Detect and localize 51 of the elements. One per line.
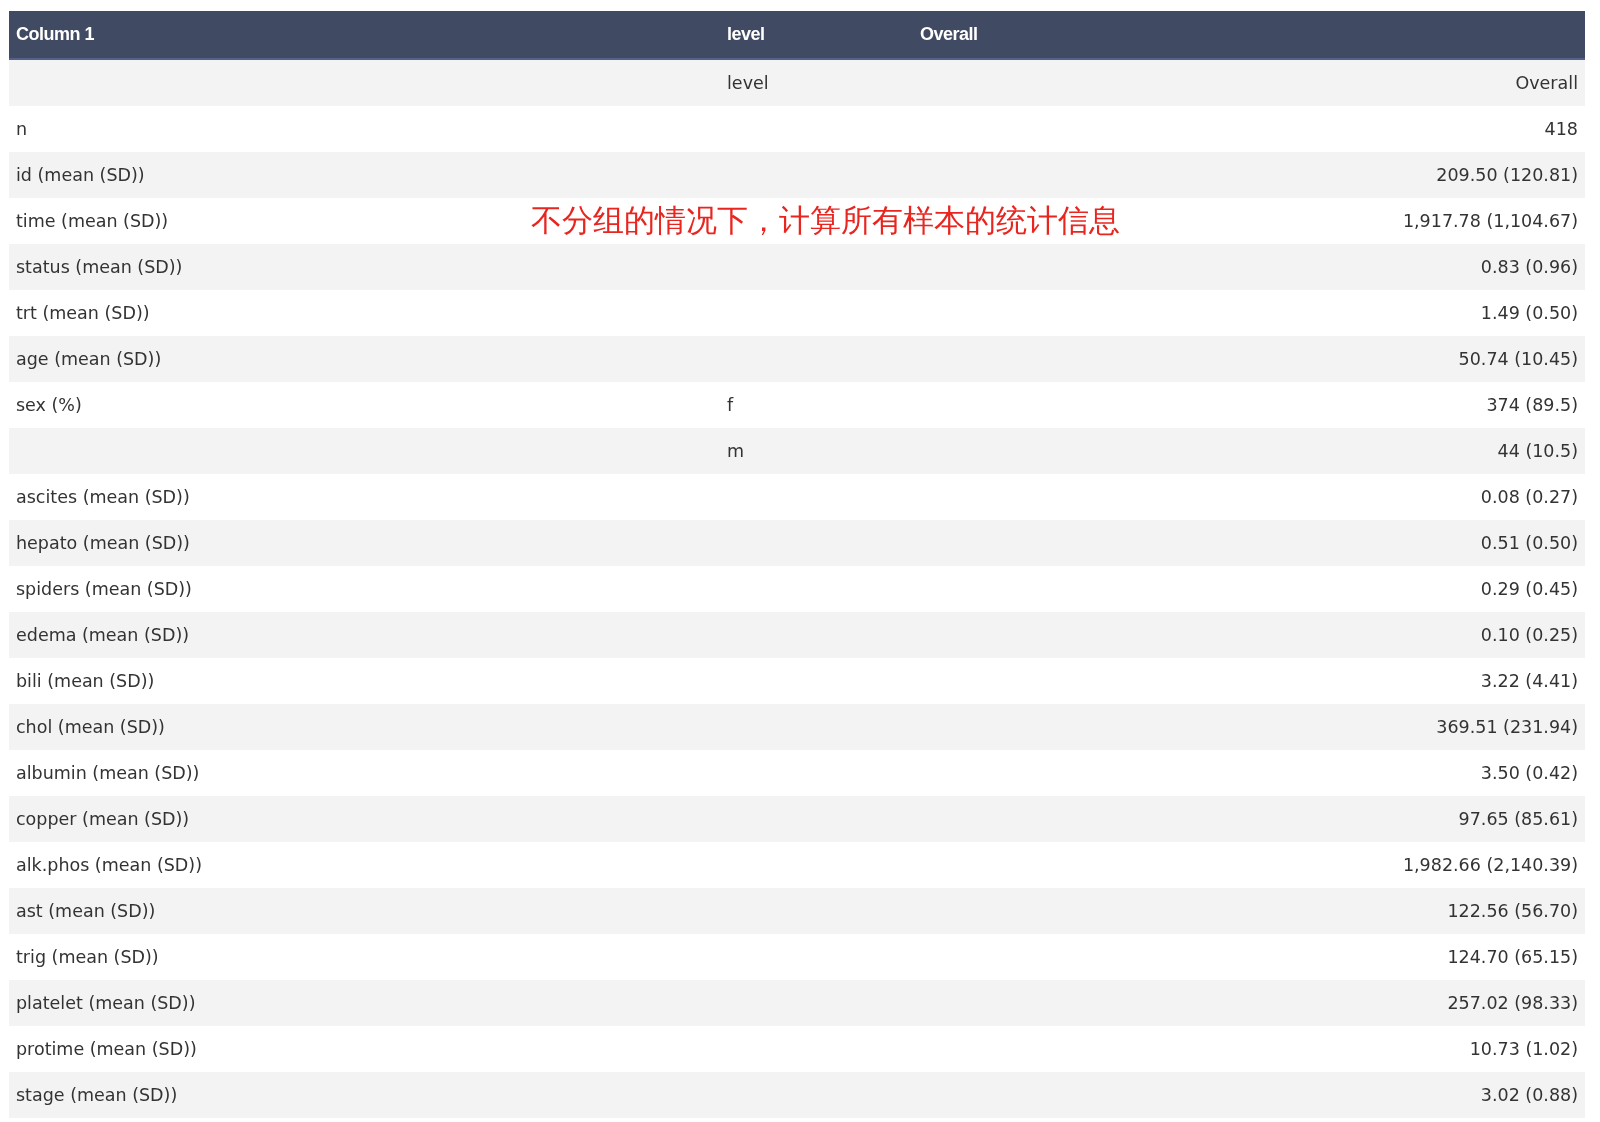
table-cell-text: 97.65 (85.61) — [1457, 809, 1579, 829]
table-cell-text: 10.73 (1.02) — [1468, 1039, 1579, 1059]
table-cell-text: spiders (mean (SD)) — [15, 579, 193, 599]
table-cell-text: albumin (mean (SD)) — [15, 763, 201, 783]
table-cell-text: 124.70 (65.15) — [1446, 947, 1579, 967]
table-cell-text: 122.56 (56.70) — [1446, 901, 1579, 921]
column-header: Overall — [919, 24, 979, 45]
table-cell-text: 369.51 (231.94) — [1435, 717, 1579, 737]
table-cell-text: 257.02 (98.33) — [1446, 993, 1579, 1013]
table-cell-text: 1,982.66 (2,140.39) — [1401, 855, 1579, 875]
table-cell-text: trt (mean (SD)) — [15, 303, 151, 323]
table-cell-text: ast (mean (SD)) — [15, 901, 157, 921]
table-cell-text: 3.22 (4.41) — [1479, 671, 1579, 691]
table-cell-text: n — [15, 119, 29, 139]
table-cell-text: 50.74 (10.45) — [1457, 349, 1579, 369]
table-cell-text: 418 — [1543, 119, 1579, 139]
table-cell-text: 3.50 (0.42) — [1479, 763, 1579, 783]
table-cell-text: alk.phos (mean (SD)) — [15, 855, 203, 875]
table-cell-text: Overall — [1514, 73, 1579, 93]
table-cell-text: m — [726, 441, 746, 461]
annotation-text: 不分组的情况下，计算所有样本的统计信息 — [531, 201, 1120, 240]
table-cell-text: platelet (mean (SD)) — [15, 993, 197, 1013]
table-cell-text: hepato (mean (SD)) — [15, 533, 191, 553]
table-cell-text: 3.02 (0.88) — [1479, 1085, 1579, 1105]
table-cell-text: 1.49 (0.50) — [1479, 303, 1579, 323]
table-cell-text: bili (mean (SD)) — [15, 671, 156, 691]
table-cell-text: trig (mean (SD)) — [15, 947, 160, 967]
table-cell-text: 0.83 (0.96) — [1479, 257, 1579, 277]
table-cell-text: level — [726, 73, 770, 93]
table-cell-text: age (mean (SD)) — [15, 349, 163, 369]
table-cell-text: 374 (89.5) — [1485, 395, 1579, 415]
column-header: Column 1 — [15, 24, 95, 45]
table-cell-text: 0.29 (0.45) — [1479, 579, 1579, 599]
column-header: level — [726, 24, 766, 45]
table-cell-text: copper (mean (SD)) — [15, 809, 191, 829]
table-cell-text: 0.10 (0.25) — [1479, 625, 1579, 645]
table-cell-text: 0.08 (0.27) — [1479, 487, 1579, 507]
table-cell-text: protime (mean (SD)) — [15, 1039, 198, 1059]
table-cell-text: edema (mean (SD)) — [15, 625, 191, 645]
table-cell-text: f — [726, 395, 735, 415]
table-cell-text: time (mean (SD)) — [15, 211, 170, 231]
table-cell-text: 209.50 (120.81) — [1435, 165, 1579, 185]
table-cell-text: 1,917.78 (1,104.67) — [1401, 211, 1579, 231]
table-cell-text: stage (mean (SD)) — [15, 1085, 179, 1105]
table-cell-text: ascites (mean (SD)) — [15, 487, 191, 507]
table-cell-text: 0.51 (0.50) — [1479, 533, 1579, 553]
table-cell-text: chol (mean (SD)) — [15, 717, 166, 737]
table-cell-text: id (mean (SD)) — [15, 165, 146, 185]
table-cell-text: 44 (10.5) — [1496, 441, 1579, 461]
table-cell-text: sex (%) — [15, 395, 83, 415]
table-cell-text: status (mean (SD)) — [15, 257, 184, 277]
